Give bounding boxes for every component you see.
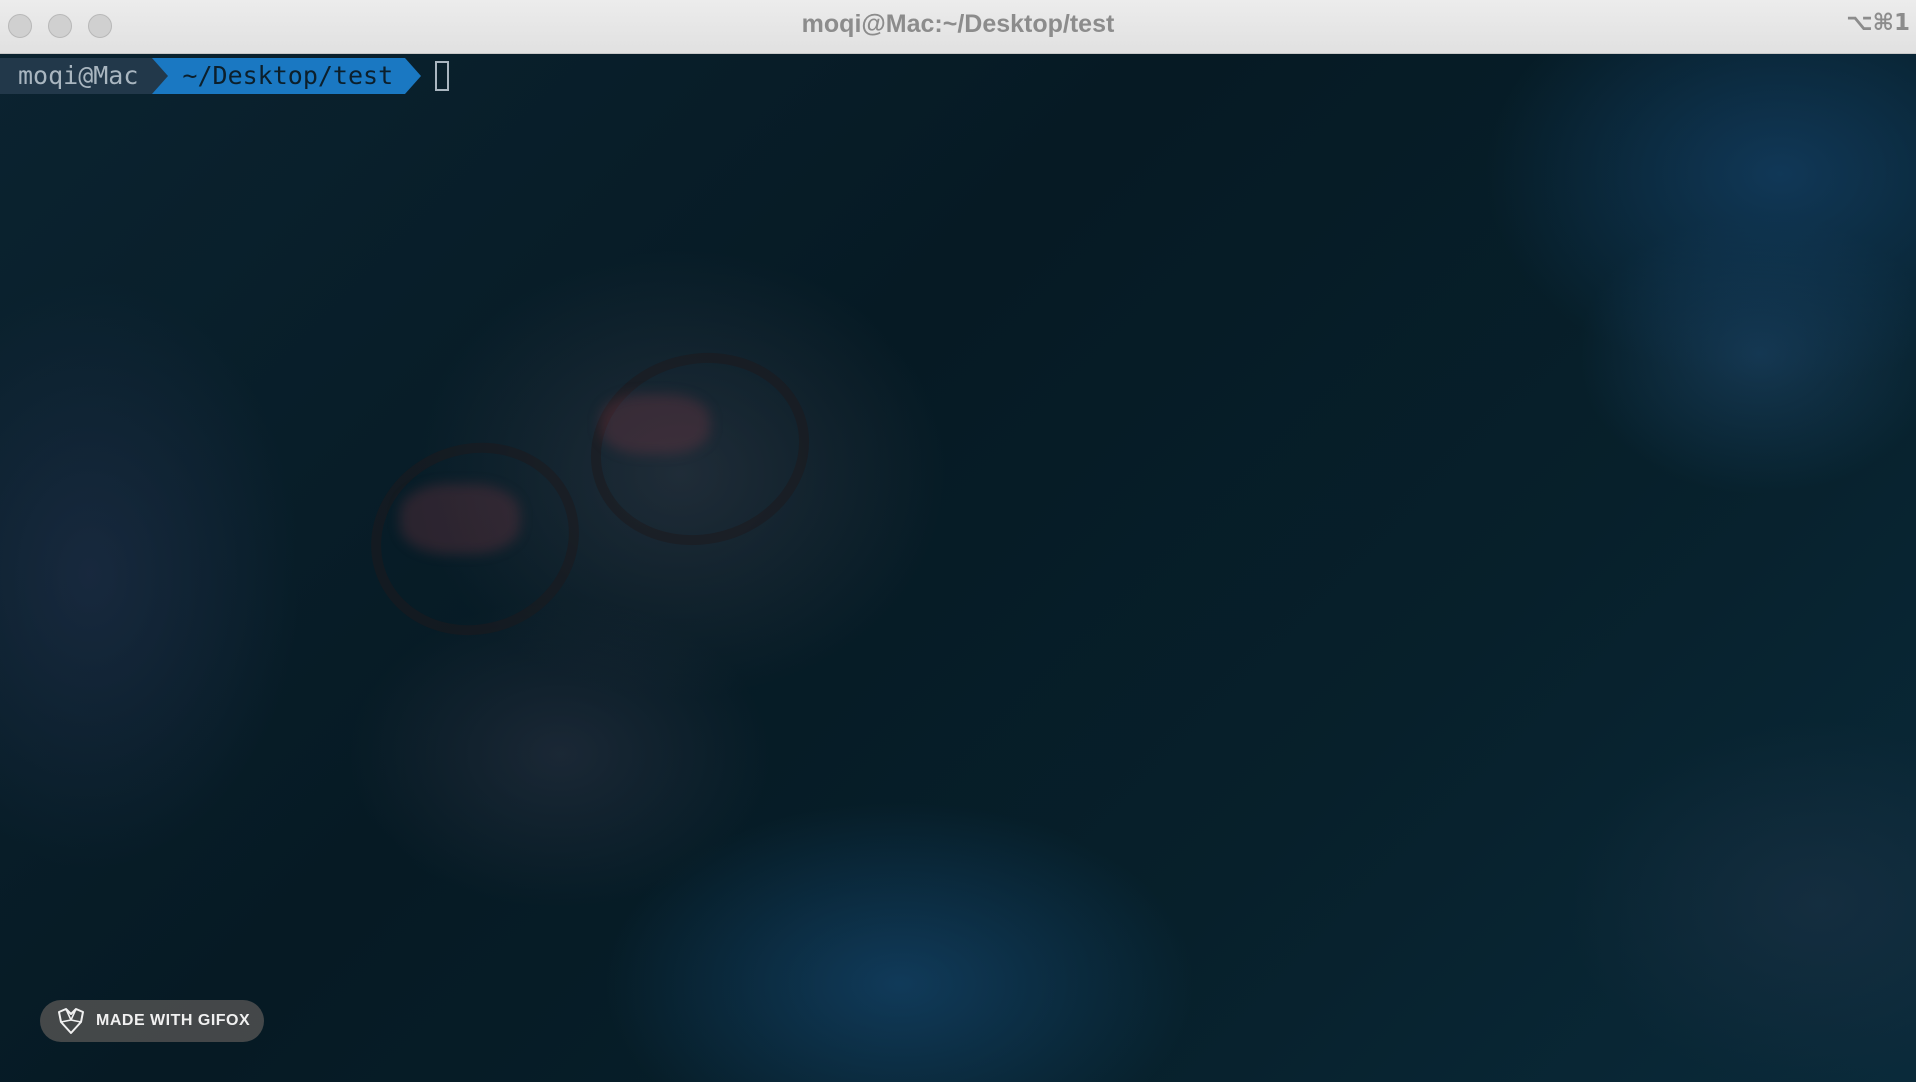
- gifox-watermark-badge: MADE WITH GIFOX: [40, 1000, 264, 1042]
- window-title: moqi@Mac:~/Desktop/test: [801, 10, 1115, 38]
- gifox-fox-icon: [58, 1008, 84, 1034]
- terminal-content-area[interactable]: moqi@Mac ~/Desktop/test MADE WITH GIFOX: [0, 54, 1916, 1082]
- prompt-user-host: moqi@Mac: [0, 58, 153, 94]
- background-image-detail: [569, 328, 831, 570]
- gifox-label: MADE WITH GIFOX: [96, 1012, 251, 1029]
- prompt-path: ~/Desktop/test: [168, 58, 406, 94]
- prompt-separator-arrow: [405, 58, 422, 94]
- tab-shortcut-label: ⌥⌘1: [1846, 10, 1910, 36]
- terminal-window: moqi@Mac:~/Desktop/test ⌥⌘1 moqi@Mac ~/D…: [0, 0, 1916, 1082]
- text-cursor[interactable]: [435, 61, 450, 91]
- title-bar[interactable]: moqi@Mac:~/Desktop/test ⌥⌘1: [0, 0, 1916, 54]
- background-image-detail: [600, 394, 710, 454]
- background-image-detail: [400, 484, 520, 554]
- shell-prompt: moqi@Mac ~/Desktop/test: [0, 58, 450, 94]
- prompt-separator-arrow: [152, 58, 169, 94]
